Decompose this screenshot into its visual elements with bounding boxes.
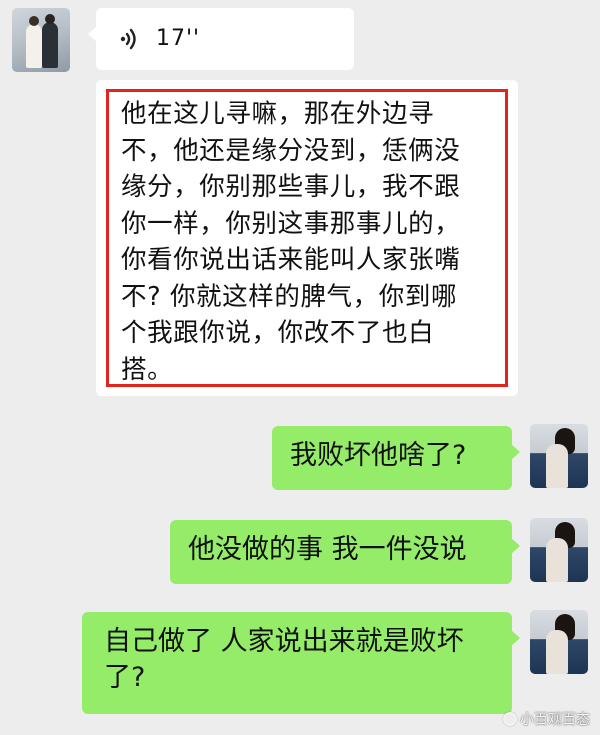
watermark-text: 小百观百态 xyxy=(520,712,590,728)
message-line: 不，他还是缘分没到，恁俩没 xyxy=(121,135,461,166)
avatar-head xyxy=(29,16,39,26)
user-avatar[interactable] xyxy=(530,424,588,488)
red-highlight-box: 他在这儿寻嘛，那在外边寻 不，他还是缘分没到，恁俩没 缘分，你别那些事儿，我不跟… xyxy=(106,89,508,387)
message-line: 你看你说出话来能叫人家张嘴 xyxy=(121,245,461,275)
user-avatar[interactable] xyxy=(530,610,588,674)
highlighted-text-message[interactable]: 他在这儿寻嘛，那在外边寻 不，他还是缘分没到，恁俩没 缘分，你别那些事儿，我不跟… xyxy=(96,80,518,396)
avatar-figure-groom xyxy=(42,22,58,68)
contact-avatar[interactable] xyxy=(12,8,70,72)
message-line: 自己做了 人家说出来就是败坏 xyxy=(104,626,464,657)
avatar-figure xyxy=(546,538,568,582)
message-text: 他没做的事 我一件没说 xyxy=(188,534,467,565)
sent-message-bubble[interactable]: 我败坏他啥了? xyxy=(272,426,520,490)
voice-wave-icon xyxy=(120,28,136,50)
message-line: 缘分，你别那些事儿，我不跟 xyxy=(121,172,461,202)
message-line: 他在这儿寻嘛，那在外边寻 xyxy=(121,99,435,129)
message-line: 不? 你就这样的脾气，你到哪 xyxy=(121,281,458,312)
voice-duration: 17'' xyxy=(156,26,201,51)
avatar-figure xyxy=(546,444,568,488)
avatar-figure xyxy=(546,630,568,674)
voice-message-bubble[interactable]: 17'' xyxy=(88,8,354,70)
watermark: 小百观百态 xyxy=(503,709,590,729)
sent-message-bubble[interactable]: 自己做了 人家说出来就是败坏 了? xyxy=(82,612,520,714)
avatar-head xyxy=(45,14,55,24)
user-avatar[interactable] xyxy=(530,518,588,582)
avatar-figure-bride xyxy=(26,24,42,68)
message-line: 了? xyxy=(104,662,146,693)
message-line: 搭。 xyxy=(121,354,174,385)
watermark-logo-icon xyxy=(503,712,517,726)
sent-message-bubble[interactable]: 他没做的事 我一件没说 xyxy=(170,520,520,584)
message-line: 个我跟你说，你改不了也白 xyxy=(121,318,435,348)
message-line: 你一样，你别这事那事儿的， xyxy=(121,208,461,239)
message-text: 我败坏他啥了? xyxy=(290,440,467,471)
